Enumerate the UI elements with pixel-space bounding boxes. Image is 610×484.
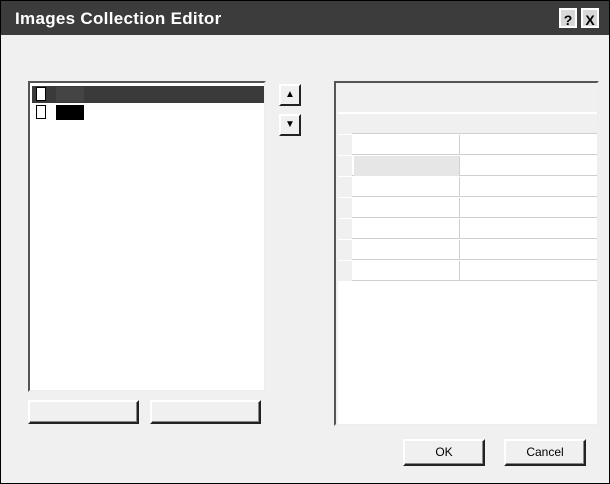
property-name (354, 156, 460, 176)
property-value (462, 219, 595, 239)
ok-button[interactable]: OK (403, 439, 485, 466)
property-grid (334, 81, 599, 426)
dialog-title: Images Collection Editor (15, 9, 222, 28)
property-row[interactable] (338, 177, 597, 197)
property-name (354, 219, 460, 239)
remove-button[interactable] (150, 400, 261, 424)
ok-button-label: OK (435, 445, 453, 459)
property-value (462, 198, 595, 218)
property-row[interactable] (338, 261, 597, 281)
title-bar[interactable]: Images Collection Editor ? X (1, 1, 609, 35)
move-down-button[interactable]: ▼ (279, 114, 301, 136)
property-value-input[interactable] (462, 156, 595, 176)
property-grid-toolbar (336, 83, 597, 110)
row-margin (338, 156, 352, 176)
property-row[interactable] (338, 198, 597, 218)
members-list[interactable] (28, 81, 266, 392)
property-value (462, 240, 595, 260)
help-icon: ? (563, 12, 573, 28)
category-row[interactable] (338, 114, 597, 134)
property-name (354, 240, 460, 260)
expand-icon[interactable] (338, 177, 352, 197)
close-icon: X (585, 12, 595, 28)
property-pages-icon[interactable] (390, 87, 410, 105)
property-value (462, 177, 595, 197)
category-toggle-icon[interactable] (338, 114, 352, 134)
list-item[interactable] (32, 86, 264, 103)
cancel-button[interactable]: Cancel (504, 439, 586, 466)
arrow-up-icon: ▲ (285, 89, 295, 100)
image-thumbnail (56, 105, 84, 120)
property-name (354, 198, 460, 218)
close-button[interactable]: X (581, 8, 599, 28)
item-index (36, 87, 46, 101)
property-row[interactable] (338, 240, 597, 260)
property-name (354, 135, 460, 155)
property-name (354, 177, 460, 197)
alphabetical-sort-icon[interactable] (362, 87, 382, 105)
cancel-button-label: Cancel (526, 445, 564, 459)
row-margin (338, 198, 352, 218)
property-name (354, 261, 460, 281)
add-button[interactable] (28, 400, 139, 424)
list-item[interactable] (32, 104, 264, 121)
expand-icon[interactable] (338, 240, 352, 260)
images-collection-editor-dialog: Images Collection Editor ? X ▲ ▼ OK Canc… (0, 0, 610, 484)
image-thumbnail (56, 87, 84, 102)
row-margin (338, 261, 352, 281)
property-row-selected[interactable] (338, 156, 597, 176)
move-up-button[interactable]: ▲ (279, 84, 301, 106)
property-value (462, 135, 595, 155)
categorized-view-icon[interactable] (340, 87, 360, 105)
row-margin (338, 135, 352, 155)
arrow-down-icon: ▼ (285, 119, 295, 130)
property-row[interactable] (338, 219, 597, 239)
property-row[interactable] (338, 135, 597, 155)
help-button[interactable]: ? (559, 8, 577, 28)
property-value (462, 261, 595, 281)
row-margin (338, 219, 352, 239)
item-index (36, 105, 46, 119)
